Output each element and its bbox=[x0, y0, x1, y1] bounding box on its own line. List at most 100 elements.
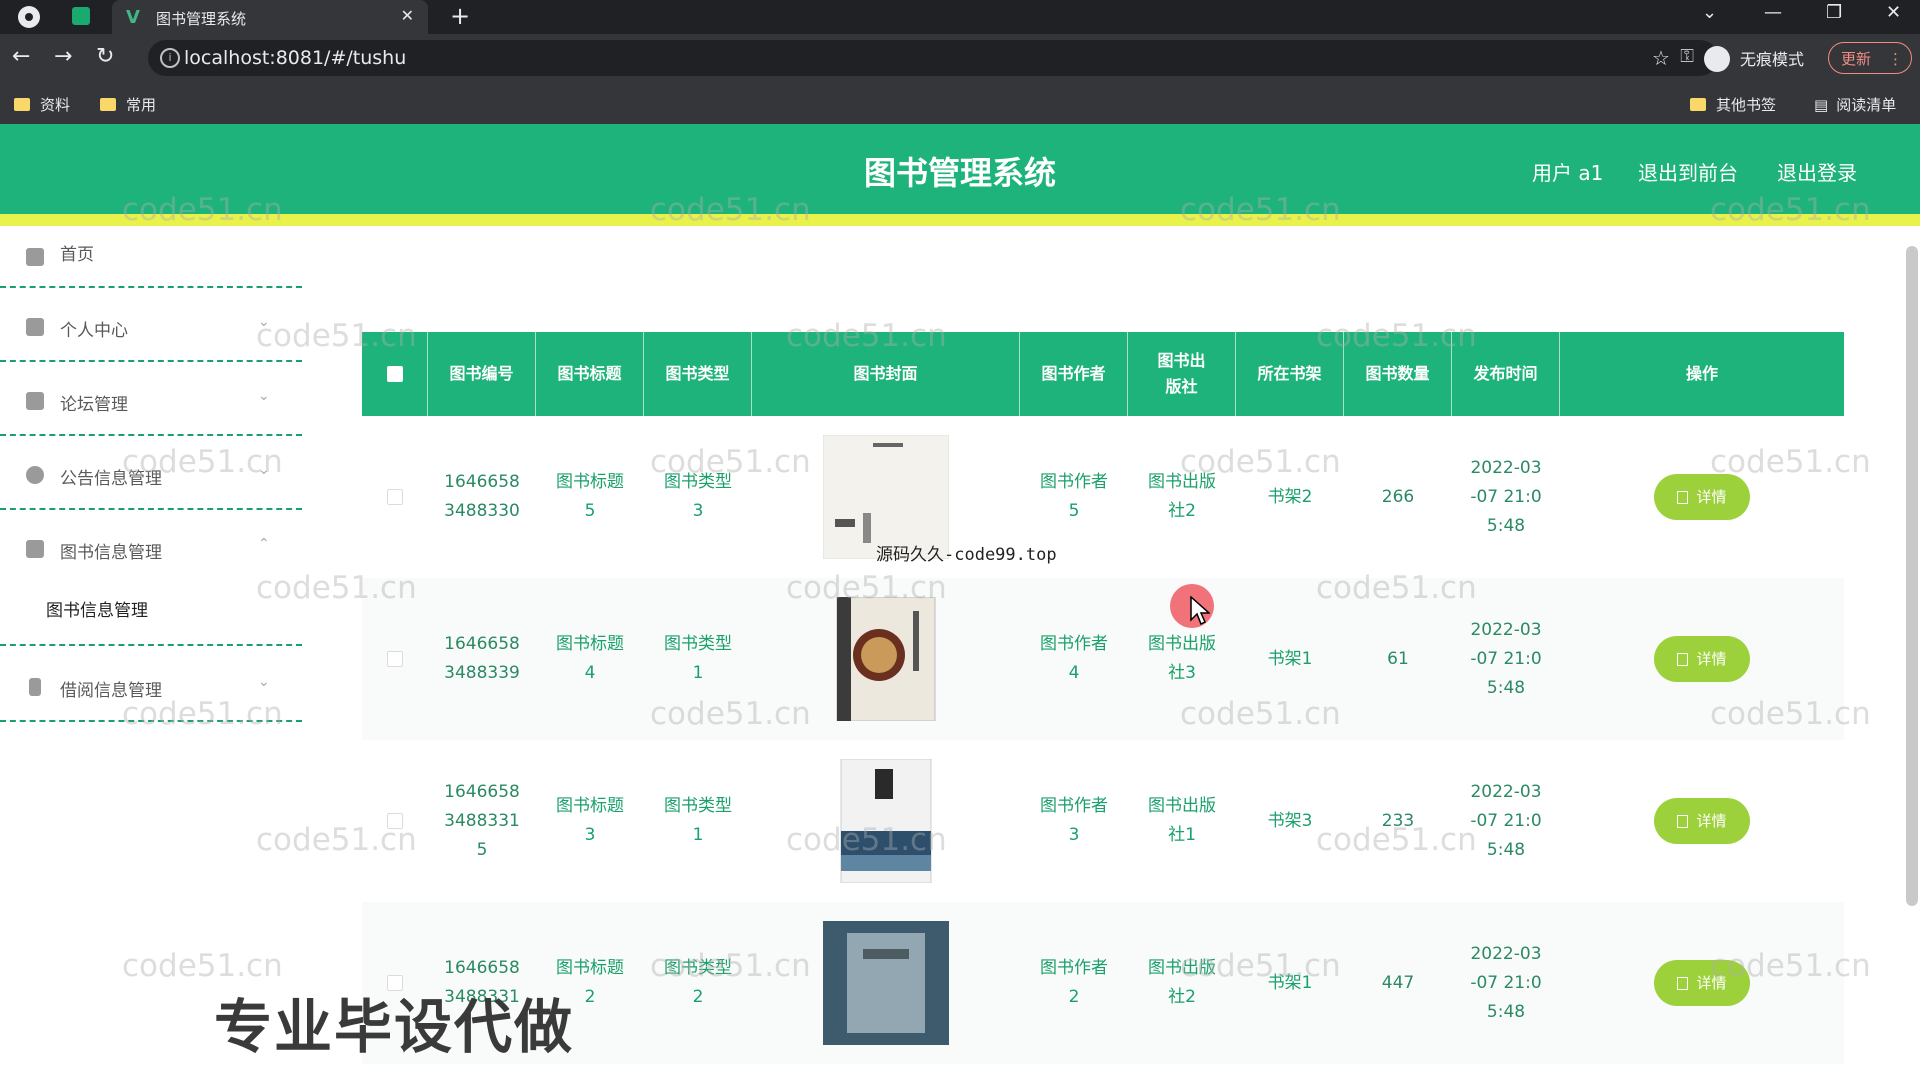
column-header[interactable]: 发布时间 bbox=[1452, 332, 1560, 416]
restore-button[interactable]: ❐ bbox=[1826, 2, 1842, 23]
detail-button[interactable]: 详情 bbox=[1654, 960, 1750, 1006]
book-title: 图书标题 4 bbox=[556, 634, 624, 683]
detail-button[interactable]: 详情 bbox=[1654, 798, 1750, 844]
reload-icon[interactable]: ↻ bbox=[96, 44, 114, 69]
document-icon bbox=[1677, 976, 1689, 990]
column-header[interactable]: 图书标题 bbox=[536, 332, 644, 416]
book-id: 1646658 3488330 bbox=[444, 472, 520, 521]
column-header[interactable]: 图书编号 bbox=[428, 332, 536, 416]
incognito-label: 无痕模式 bbox=[1740, 50, 1805, 69]
current-user: 用户 a1 bbox=[1532, 161, 1604, 185]
sidebar-item-home[interactable]: 首页 bbox=[0, 226, 302, 288]
chevron-down-icon: ⌄ bbox=[258, 462, 270, 478]
book-shelf: 书架2 bbox=[1267, 486, 1313, 507]
reading-list[interactable]: ▤ 阅读清单 bbox=[1814, 94, 1896, 115]
submenu-item-books[interactable]: 图书信息管理 bbox=[46, 596, 148, 621]
bookmarks-bar: 资料 常用 其他书签 ▤ 阅读清单 bbox=[0, 86, 1920, 124]
more-icon[interactable]: ⋮ bbox=[1888, 43, 1903, 75]
notice-icon bbox=[26, 466, 44, 484]
key-icon[interactable]: ⚿ bbox=[1680, 46, 1694, 67]
row-checkbox-cell[interactable] bbox=[362, 740, 428, 902]
sidebar-item-profile[interactable]: 个人中心 ⌄ bbox=[0, 288, 302, 362]
checkbox[interactable] bbox=[387, 651, 403, 667]
column-header[interactable]: 图书数量 bbox=[1344, 332, 1452, 416]
sidebar-item-forum[interactable]: 论坛管理 ⌄ bbox=[0, 362, 302, 436]
book-type: 图书类型 3 bbox=[664, 472, 732, 521]
book-shelf: 书架3 bbox=[1267, 810, 1313, 831]
tab-search-icon[interactable]: ⌄ bbox=[1702, 2, 1717, 23]
bookmark-label: 资料 bbox=[40, 96, 71, 114]
app-header: 图书管理系统 用户 a1 退出到前台 退出登录 bbox=[0, 124, 1920, 214]
star-icon[interactable]: ☆ bbox=[1652, 46, 1670, 70]
logout-link[interactable]: 退出登录 bbox=[1777, 157, 1857, 186]
checkbox[interactable] bbox=[387, 813, 403, 829]
column-header[interactable]: 图书类型 bbox=[644, 332, 752, 416]
document-icon bbox=[1677, 652, 1689, 666]
browser-tab-bar: V 图书管理系统 ✕ + ⌄ — ❐ ✕ bbox=[0, 0, 1920, 34]
minimize-button[interactable]: — bbox=[1764, 2, 1782, 23]
sidebar-item-borrow[interactable]: 借阅信息管理 ⌄ bbox=[0, 646, 302, 722]
book-cover-image bbox=[836, 597, 936, 721]
detail-button[interactable]: 详情 bbox=[1654, 474, 1750, 520]
pinned-tab-icon[interactable] bbox=[72, 7, 90, 25]
checkbox[interactable] bbox=[386, 366, 403, 382]
other-bookmarks[interactable]: 其他书签 bbox=[1690, 94, 1776, 115]
table-row: 1646658 3488331 5 图书标题 3 图书类型 1 图书作者 3 图… bbox=[362, 740, 1844, 902]
book-publisher: 图书出版 社1 bbox=[1148, 796, 1216, 845]
table-row: 1646658 3488331 图书标题 2 图书类型 2 图书作者 2 图书出… bbox=[362, 902, 1844, 1064]
bookmark-folder[interactable]: 资料 bbox=[14, 94, 70, 115]
browser-tab[interactable]: V 图书管理系统 ✕ bbox=[112, 0, 428, 34]
detail-button[interactable]: 详情 bbox=[1654, 636, 1750, 682]
chevron-down-icon: ⌄ bbox=[258, 388, 270, 404]
bookmark-folder[interactable]: 常用 bbox=[100, 94, 156, 115]
detail-label: 详情 bbox=[1696, 649, 1727, 668]
back-icon[interactable]: ← bbox=[12, 44, 30, 69]
close-window-button[interactable]: ✕ bbox=[1886, 2, 1901, 23]
book-publisher: 图书出版 社2 bbox=[1148, 958, 1216, 1007]
sidebar-item-label: 首页 bbox=[60, 245, 94, 265]
update-label: 更新 bbox=[1841, 50, 1872, 68]
new-tab-button[interactable]: + bbox=[450, 2, 470, 30]
book-count: 233 bbox=[1381, 810, 1415, 831]
chevron-down-icon: ⌄ bbox=[258, 674, 270, 690]
borrow-icon bbox=[29, 678, 41, 696]
action-cell: 详情 bbox=[1560, 416, 1844, 578]
tab-title: 图书管理系统 bbox=[156, 10, 247, 28]
sidebar-item-books[interactable]: 图书信息管理 ⌃ bbox=[0, 510, 302, 646]
detail-label: 详情 bbox=[1696, 487, 1727, 506]
vue-icon: V bbox=[126, 7, 140, 28]
reading-list-icon: ▤ bbox=[1814, 96, 1829, 114]
chrome-icon[interactable] bbox=[18, 6, 40, 28]
action-cell: 详情 bbox=[1560, 740, 1844, 902]
column-header[interactable]: 图书出版社 bbox=[1128, 332, 1236, 416]
url-text: localhost:8081/#/tushu bbox=[184, 47, 407, 69]
publish-time: 2022-03 -07 21:0 5:48 bbox=[1470, 781, 1542, 860]
sidebar-item-notice[interactable]: 公告信息管理 ⌄ bbox=[0, 436, 302, 510]
column-header: 操作 bbox=[1685, 364, 1718, 383]
address-bar-row: ← → ↻ i localhost:8081/#/tushu ⚿ ☆ 无痕模式 … bbox=[0, 34, 1920, 86]
page-scrollbar[interactable] bbox=[1906, 246, 1918, 906]
info-icon[interactable]: i bbox=[160, 48, 180, 68]
column-header[interactable]: 图书作者 bbox=[1020, 332, 1128, 416]
book-author: 图书作者 4 bbox=[1040, 634, 1108, 683]
url-input[interactable]: i localhost:8081/#/tushu ⚿ bbox=[148, 40, 1718, 76]
page-title: 图书管理系统 bbox=[863, 154, 1056, 192]
sidebar-item-label: 论坛管理 bbox=[60, 395, 128, 415]
book-id: 1646658 3488331 5 bbox=[444, 781, 520, 860]
select-all-checkbox[interactable] bbox=[362, 332, 428, 416]
row-checkbox-cell[interactable] bbox=[362, 416, 428, 578]
column-header[interactable]: 图书封面 bbox=[752, 332, 1020, 416]
divider bbox=[0, 720, 302, 722]
checkbox[interactable] bbox=[387, 489, 403, 505]
book-cover-cell bbox=[752, 578, 1020, 740]
book-title: 图书标题 5 bbox=[556, 472, 624, 521]
back-to-front-link[interactable]: 退出到前台 bbox=[1638, 157, 1738, 186]
book-author: 图书作者 3 bbox=[1040, 796, 1108, 845]
column-header[interactable]: 所在书架 bbox=[1236, 332, 1344, 416]
row-checkbox-cell[interactable] bbox=[362, 578, 428, 740]
book-title: 图书标题 3 bbox=[556, 796, 624, 845]
folder-icon bbox=[100, 98, 116, 111]
forward-icon[interactable]: → bbox=[54, 44, 72, 69]
close-tab-icon[interactable]: ✕ bbox=[401, 6, 414, 25]
update-button[interactable]: 更新 ⋮ bbox=[1828, 42, 1912, 74]
